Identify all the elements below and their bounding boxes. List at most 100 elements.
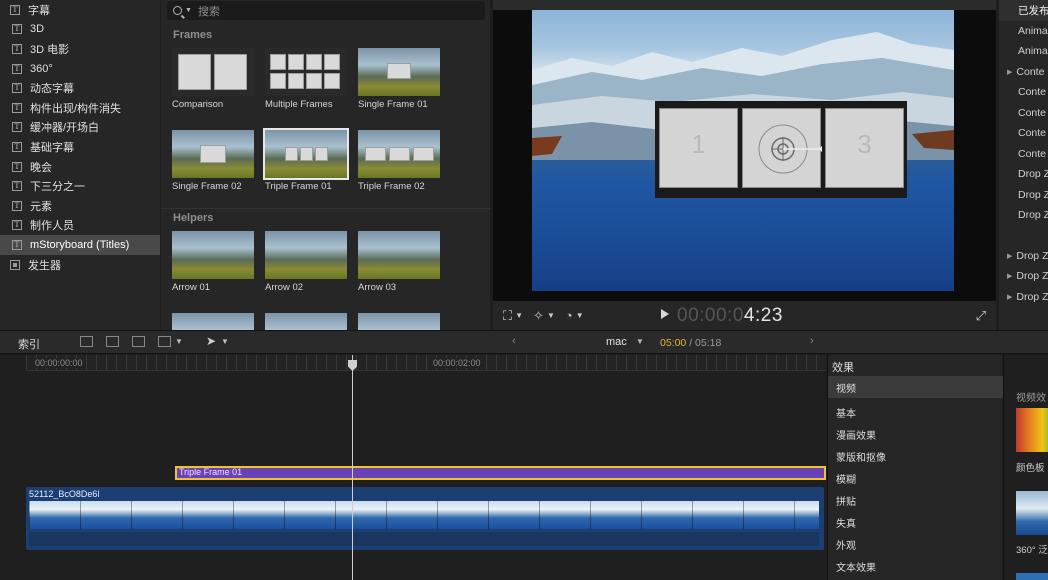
- thumbnail-triple-frame-02[interactable]: Triple Frame 02: [358, 130, 440, 192]
- thumbnail-label: Comparison: [172, 99, 224, 110]
- thumbnail-image: [265, 231, 347, 279]
- sidebar-item-label: 字幕: [28, 4, 50, 17]
- thumbnail-arrow-02[interactable]: Arrow 02: [265, 231, 347, 293]
- time-ruler[interactable]: 00:00:00:00 00:00:02:00: [26, 355, 826, 371]
- sidebar-item-dynamic-titles[interactable]: T 动态字幕: [0, 78, 160, 98]
- playhead[interactable]: [352, 355, 353, 580]
- sidebar-item-mstoryboard[interactable]: T mStoryboard (Titles): [0, 235, 160, 255]
- frame-shape: [270, 73, 286, 89]
- inspector-panel: 已发布 Anima Anima Conte Conte Conte Conte …: [999, 0, 1048, 330]
- inspector-item[interactable]: Drop Z: [999, 205, 1048, 226]
- chevron-down-icon[interactable]: ▼: [576, 311, 584, 320]
- thumbnail-partial[interactable]: [358, 313, 440, 330]
- overwrite-clip-icon[interactable]: [158, 336, 171, 347]
- fullscreen-icon[interactable]: ⤢: [976, 308, 986, 324]
- effects-category[interactable]: 文本效果: [828, 555, 1003, 577]
- transform-icon[interactable]: ⛶: [503, 308, 512, 324]
- thumbnail-comparison[interactable]: Comparison: [172, 48, 254, 110]
- inspector-item[interactable]: Drop Z: [999, 164, 1048, 185]
- title-clip[interactable]: Triple Frame 01: [175, 466, 826, 480]
- thumbnail-label: Single Frame 02: [172, 181, 242, 192]
- chevron-down-icon[interactable]: ▼: [515, 311, 523, 320]
- sidebar-item-generators[interactable]: 发生器: [0, 255, 160, 275]
- chevron-down-icon[interactable]: ▼: [221, 337, 229, 346]
- sidebar-item-360[interactable]: T 360°: [0, 59, 160, 79]
- sidebar-item-basic-titles[interactable]: T 基础字幕: [0, 137, 160, 157]
- effect-thumbnail-color-board[interactable]: [1016, 408, 1048, 452]
- sidebar-item-label: 缓冲器/开场白: [30, 122, 100, 135]
- index-button[interactable]: 索引: [18, 336, 40, 352]
- append-clip-icon[interactable]: [132, 336, 145, 347]
- thumbnail-triple-frame-01[interactable]: Triple Frame 01: [263, 128, 349, 192]
- text-icon: T: [12, 220, 22, 231]
- chevron-down-icon[interactable]: ▼: [175, 337, 183, 346]
- timeline[interactable]: 00:00:00:00 00:00:02:00 Triple Frame 01 …: [0, 355, 826, 580]
- effect-thumbnail-partial[interactable]: [1016, 573, 1048, 580]
- section-title-frames: Frames: [173, 29, 213, 41]
- thumbnail-multiple-frames[interactable]: Multiple Frames: [265, 48, 347, 110]
- inspector-item[interactable]: Conte: [999, 123, 1048, 144]
- inspector-item[interactable]: Anima: [999, 41, 1048, 62]
- effects-category[interactable]: 漫画效果: [828, 423, 1003, 445]
- thumbnail-partial[interactable]: [265, 313, 347, 330]
- inspector-item[interactable]: Anima: [999, 21, 1048, 42]
- thumbnail-image: [172, 313, 254, 330]
- text-icon: T: [12, 161, 22, 172]
- play-icon[interactable]: [661, 309, 669, 319]
- sidebar-item-titles[interactable]: T 字幕: [0, 0, 160, 20]
- inspector-item[interactable]: Drop Z: [999, 246, 1048, 267]
- sidebar-item-lower-thirds[interactable]: T 下三分之一: [0, 176, 160, 196]
- sidebar-item-party[interactable]: T 晚会: [0, 157, 160, 177]
- effect-thumbnail-360[interactable]: [1016, 491, 1048, 535]
- thumbnail-arrow-03[interactable]: Arrow 03: [358, 231, 440, 293]
- thumbnail-single-frame-01[interactable]: Single Frame 01: [358, 48, 440, 110]
- inspector-item[interactable]: 已发布: [999, 0, 1048, 21]
- sidebar-item-elements[interactable]: T 元素: [0, 196, 160, 216]
- text-icon: T: [12, 181, 22, 192]
- inspector-item[interactable]: Conte: [999, 144, 1048, 165]
- thumbnail-label: Arrow 02: [265, 282, 304, 293]
- search-input[interactable]: ▼ 搜索: [167, 1, 485, 20]
- effects-category-video[interactable]: 视频: [828, 376, 1003, 398]
- inspector-item[interactable]: Drop Z: [999, 185, 1048, 206]
- inspector-item[interactable]: Conte: [999, 62, 1048, 83]
- effect-label: 360° 泛: [1016, 545, 1048, 556]
- inspector-item[interactable]: Drop Z: [999, 266, 1048, 287]
- project-name[interactable]: mac: [606, 336, 627, 348]
- effects-category[interactable]: 基本: [828, 401, 1003, 423]
- speed-gauge-icon[interactable]: ◔: [565, 308, 573, 323]
- sidebar-item-credits[interactable]: T 制作人员: [0, 216, 160, 236]
- sidebar-item-3d-movie[interactable]: T 3D 电影: [0, 39, 160, 59]
- thumbnail-arrow-01[interactable]: Arrow 01: [172, 231, 254, 293]
- insert-clip-icon[interactable]: [106, 336, 119, 347]
- inspector-item[interactable]: Conte: [999, 103, 1048, 124]
- magic-wand-icon[interactable]: ✧: [533, 308, 544, 324]
- sidebar-item-build-in-out[interactable]: T 构件出现/构件消失: [0, 98, 160, 118]
- thumbnail-single-frame-02[interactable]: Single Frame 02: [172, 130, 254, 192]
- effects-category[interactable]: 蒙版和抠像: [828, 445, 1003, 467]
- forward-arrow-icon[interactable]: ›: [810, 335, 814, 347]
- inspector-item[interactable]: Conte: [999, 82, 1048, 103]
- project-duration: 05:00 / 05:18: [660, 337, 721, 349]
- text-icon: T: [12, 83, 22, 94]
- chevron-down-icon[interactable]: ▼: [547, 311, 555, 320]
- thumbnail-partial[interactable]: [172, 313, 254, 330]
- thumbnail-label: Triple Frame 01: [265, 181, 332, 192]
- viewer-canvas[interactable]: 1 3: [532, 10, 954, 291]
- effects-category[interactable]: 模糊: [828, 467, 1003, 489]
- effects-category[interactable]: 外观: [828, 533, 1003, 555]
- sidebar-item-3d[interactable]: T 3D: [0, 20, 160, 40]
- video-clip[interactable]: 52112_BcO8De6l: [26, 487, 824, 550]
- back-arrow-icon[interactable]: ‹: [512, 335, 516, 347]
- thumbnail-image: [358, 130, 440, 178]
- sidebar-item-bumper-opener[interactable]: T 缓冲器/开场白: [0, 118, 160, 138]
- inspector-item[interactable]: Drop Z: [999, 287, 1048, 308]
- connect-clip-icon[interactable]: [80, 336, 93, 347]
- effects-category[interactable]: 失真: [828, 511, 1003, 533]
- chevron-down-icon[interactable]: ▼: [636, 337, 644, 346]
- text-icon: T: [12, 43, 22, 54]
- frame-shape: [288, 54, 304, 70]
- select-tool-icon[interactable]: ➤: [206, 334, 216, 348]
- effects-category[interactable]: 拼贴: [828, 489, 1003, 511]
- frame-shape: [178, 54, 211, 90]
